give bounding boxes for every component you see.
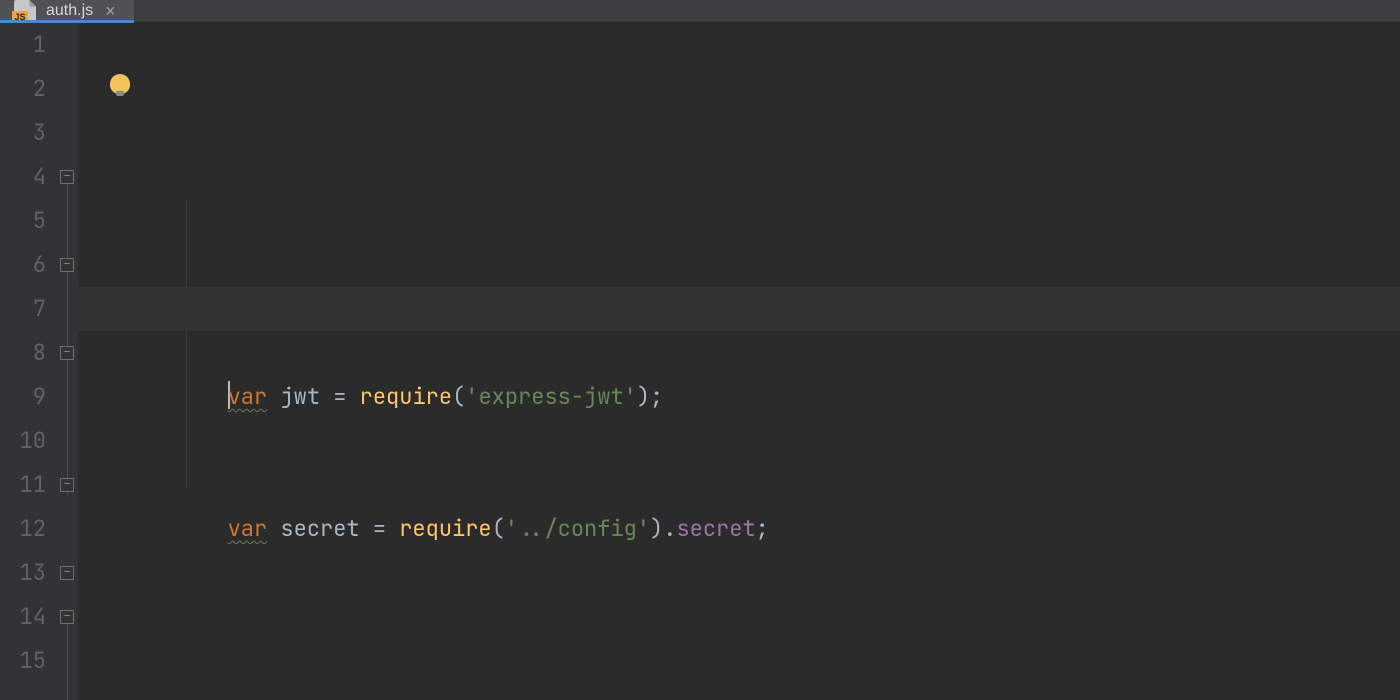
code-line: var jwt = require('express-jwt'); xyxy=(122,287,1400,331)
fold-guide xyxy=(67,613,68,700)
line-number: 7 xyxy=(0,287,46,331)
code-editor[interactable]: 1 2 3 4 5 6 7 8 9 10 11 12 13 14 15 − − … xyxy=(0,23,1400,700)
line-number: 11 xyxy=(0,463,46,507)
line-number: 8 xyxy=(0,331,46,375)
close-icon[interactable]: × xyxy=(103,2,118,20)
caret-line-highlight xyxy=(78,287,1400,331)
fold-toggle-icon[interactable]: − xyxy=(60,346,74,360)
fold-toggle-icon[interactable]: − xyxy=(60,170,74,184)
code-line xyxy=(122,639,1400,683)
code-area[interactable]: var jwt = require('express-jwt'); var se… xyxy=(78,23,1400,700)
fold-toggle-icon[interactable]: − xyxy=(60,258,74,272)
line-number: 2 xyxy=(0,67,46,111)
fold-toggle-icon[interactable]: − xyxy=(60,478,74,492)
fold-gutter: − − − − − − xyxy=(58,23,78,700)
line-number: 13 xyxy=(0,551,46,595)
line-number: 1 xyxy=(0,23,46,67)
line-number: 10 xyxy=(0,419,46,463)
code-line: var secret = require('../config').secret… xyxy=(122,463,1400,507)
tab-bar: JS auth.js × xyxy=(0,0,1400,23)
fold-toggle-icon[interactable]: − xyxy=(60,610,74,624)
line-number: 3 xyxy=(0,111,46,155)
editor-window: JS auth.js × 1 2 3 4 5 6 7 8 9 10 11 12 … xyxy=(0,0,1400,700)
intention-bulb-icon[interactable] xyxy=(110,74,130,94)
line-number: 4 xyxy=(0,155,46,199)
line-number: 6 xyxy=(0,243,46,287)
fold-toggle-icon[interactable]: − xyxy=(60,566,74,580)
javascript-file-icon: JS xyxy=(14,0,36,22)
line-number-gutter: 1 2 3 4 5 6 7 8 9 10 11 12 13 14 15 xyxy=(0,23,58,700)
line-number: 5 xyxy=(0,199,46,243)
line-number: 15 xyxy=(0,639,46,683)
tab-title: auth.js xyxy=(46,3,93,19)
line-number: 12 xyxy=(0,507,46,551)
tab-auth-js[interactable]: JS auth.js × xyxy=(0,0,134,22)
line-number: 14 xyxy=(0,595,46,639)
line-number: 9 xyxy=(0,375,46,419)
fold-guide xyxy=(67,173,68,495)
